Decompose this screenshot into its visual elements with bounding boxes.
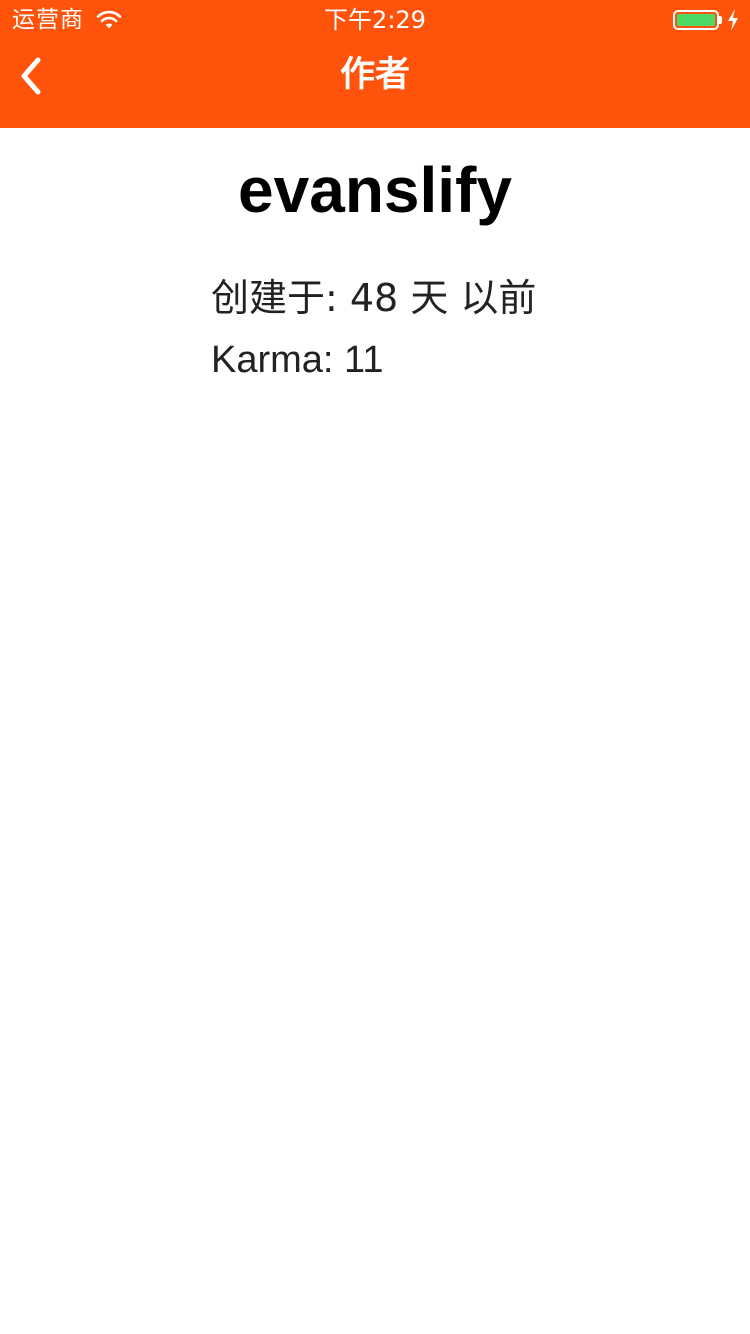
created-date: 创建于: 48 天 以前 (211, 276, 537, 320)
page-title: 作者 (339, 55, 410, 95)
author-name: evanslify (238, 154, 512, 226)
status-bar: 运营商 下午2:29 (0, 0, 750, 40)
status-time: 下午2:29 (324, 6, 426, 34)
battery-tip (719, 16, 722, 24)
battery-level (677, 14, 715, 26)
header: 运营商 下午2:29 作者 (0, 0, 750, 128)
battery-icon (673, 10, 719, 30)
charging-bolt-icon (728, 9, 738, 31)
karma-score: Karma: 11 (211, 339, 384, 381)
author-screen: 运营商 下午2:29 作者 evanslify 创建于: 48 天 以前 Kar… (0, 0, 750, 1334)
nav-bar: 作者 (0, 40, 750, 128)
